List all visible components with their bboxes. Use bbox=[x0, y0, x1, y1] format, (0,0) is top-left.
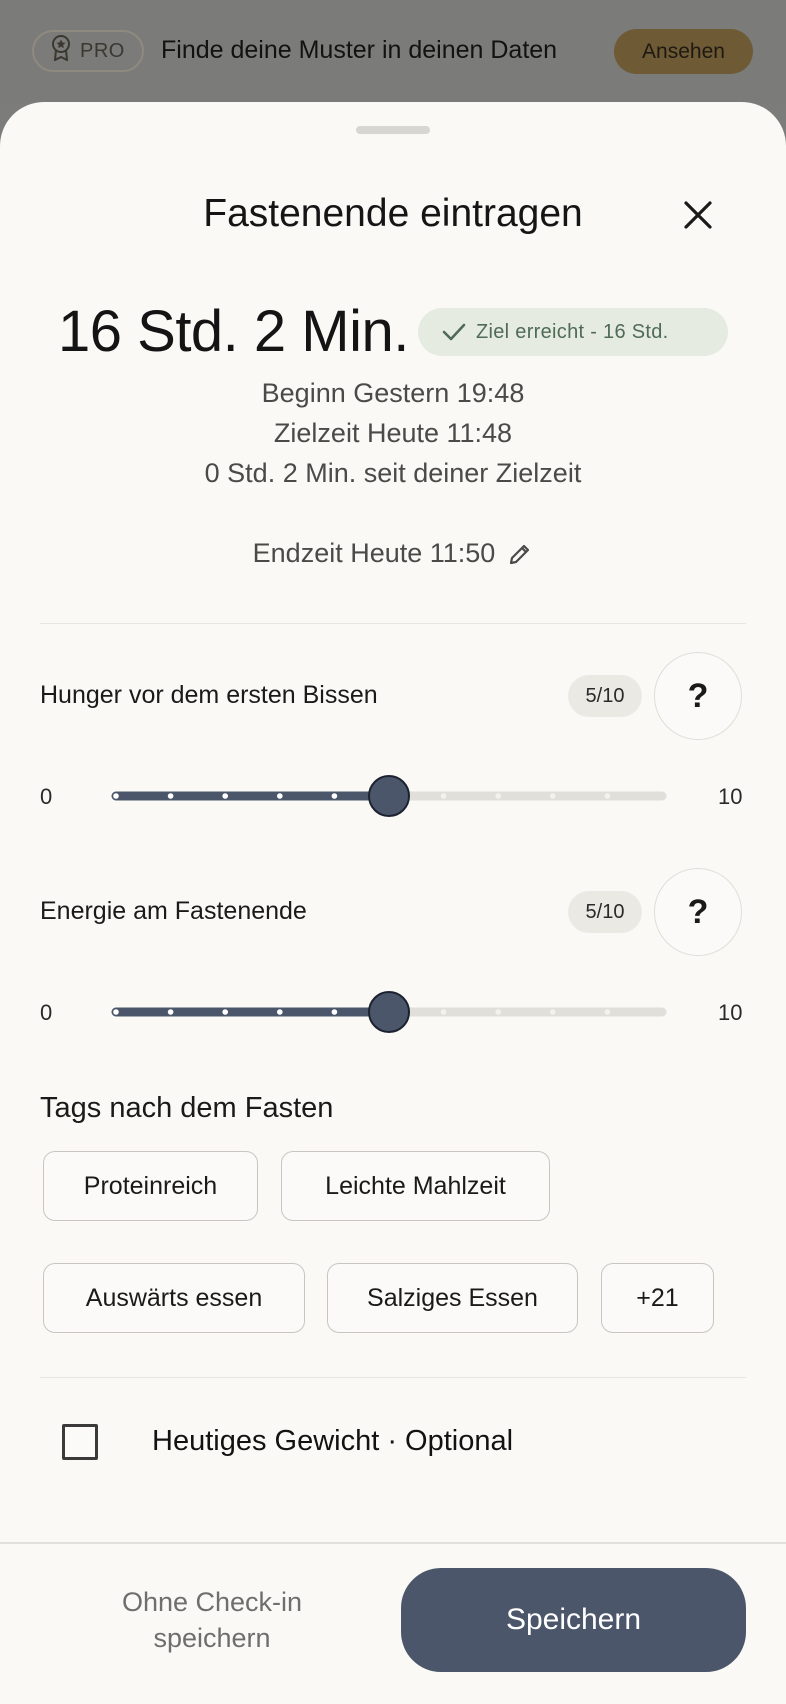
slider-tick bbox=[604, 1009, 611, 1015]
energy-value-badge: 5/10 bbox=[568, 891, 642, 933]
check-icon bbox=[442, 323, 466, 341]
save-without-checkin-button[interactable]: Ohne Check-in speichern bbox=[92, 1584, 332, 1656]
hunger-label: Hunger vor dem ersten Bissen bbox=[40, 681, 378, 709]
slider-tick bbox=[495, 793, 502, 799]
slider-tick bbox=[440, 793, 447, 799]
energy-label: Energie am Fastenende bbox=[40, 897, 307, 925]
slider-tick bbox=[113, 793, 119, 799]
slider-tick bbox=[222, 793, 228, 799]
close-button[interactable] bbox=[676, 193, 720, 237]
hunger-max-label: 10 bbox=[718, 784, 743, 809]
slider-tick bbox=[277, 793, 283, 799]
hunger-help-button[interactable]: ? bbox=[654, 652, 742, 740]
tag-chip[interactable]: Proteinreich bbox=[43, 1151, 258, 1221]
slider-tick bbox=[495, 1009, 502, 1015]
divider bbox=[40, 623, 746, 624]
slider-thumb[interactable] bbox=[368, 775, 410, 817]
view-button[interactable]: Ansehen bbox=[614, 29, 753, 74]
energy-min-label: 0 bbox=[40, 1000, 53, 1025]
slider-tick bbox=[113, 1009, 119, 1015]
weight-checkbox[interactable] bbox=[62, 1424, 98, 1460]
close-icon bbox=[684, 201, 712, 229]
energy-max-label: 10 bbox=[718, 1000, 743, 1025]
promo-banner: PRO Finde deine Muster in deinen Daten A… bbox=[0, 0, 786, 104]
slider-tick bbox=[167, 793, 174, 799]
slider-tick bbox=[222, 1009, 228, 1015]
target-time: Zielzeit Heute 11:48 bbox=[273, 418, 513, 448]
slider-tick bbox=[440, 1009, 447, 1015]
tag-chip[interactable]: Leichte Mahlzeit bbox=[281, 1151, 550, 1221]
save-button[interactable]: Speichern bbox=[401, 1568, 746, 1672]
hunger-slider[interactable] bbox=[111, 774, 667, 818]
pencil-icon bbox=[510, 544, 530, 564]
divider bbox=[40, 1377, 746, 1378]
end-time-edit[interactable]: Endzeit Heute 11:50 bbox=[0, 538, 786, 569]
tag-chip[interactable]: Salziges Essen bbox=[327, 1263, 578, 1333]
slider-tick bbox=[604, 793, 611, 799]
slider-thumb[interactable] bbox=[368, 991, 410, 1033]
pro-badge: PRO bbox=[32, 30, 144, 72]
tag-chip[interactable]: Auswärts essen bbox=[43, 1263, 305, 1333]
hunger-value-badge: 5/10 bbox=[568, 675, 642, 717]
fast-duration: 16 Std. 2 Min. bbox=[58, 299, 409, 364]
tags-title: Tags nach dem Fasten bbox=[40, 1092, 334, 1124]
end-time-label: Endzeit Heute 11:50 bbox=[252, 538, 496, 568]
time-since-target: 0 Std. 2 Min. seit deiner Zielzeit bbox=[204, 458, 582, 488]
pro-label: PRO bbox=[80, 39, 125, 62]
slider-tick bbox=[550, 793, 556, 799]
slider-tick bbox=[550, 1009, 556, 1015]
goal-reached-badge: Ziel erreicht - 16 Std. bbox=[418, 308, 728, 356]
end-fast-sheet: Fastenende eintragen 16 Std. 2 Min. Ziel… bbox=[0, 102, 786, 1704]
start-time: Beginn Gestern 19:48 bbox=[261, 378, 525, 408]
promo-message: Finde deine Muster in deinen Daten bbox=[161, 36, 558, 64]
goal-badge-text: Ziel erreicht - 16 Std. bbox=[476, 320, 669, 343]
energy-slider[interactable] bbox=[111, 990, 667, 1034]
award-icon bbox=[50, 35, 72, 67]
slider-tick bbox=[167, 1009, 174, 1015]
more-tags-button[interactable]: +21 bbox=[601, 1263, 714, 1333]
sheet-title: Fastenende eintragen bbox=[203, 192, 583, 235]
weight-label: Heutiges Gewicht · Optional bbox=[152, 1425, 514, 1457]
slider-tick bbox=[277, 1009, 283, 1015]
weight-checkbox-row[interactable] bbox=[62, 1424, 98, 1460]
energy-help-button[interactable]: ? bbox=[654, 868, 742, 956]
drag-handle[interactable] bbox=[356, 126, 430, 134]
footer-divider bbox=[0, 1542, 786, 1544]
slider-tick bbox=[331, 793, 338, 799]
hunger-min-label: 0 bbox=[40, 784, 53, 809]
slider-tick bbox=[331, 1009, 338, 1015]
